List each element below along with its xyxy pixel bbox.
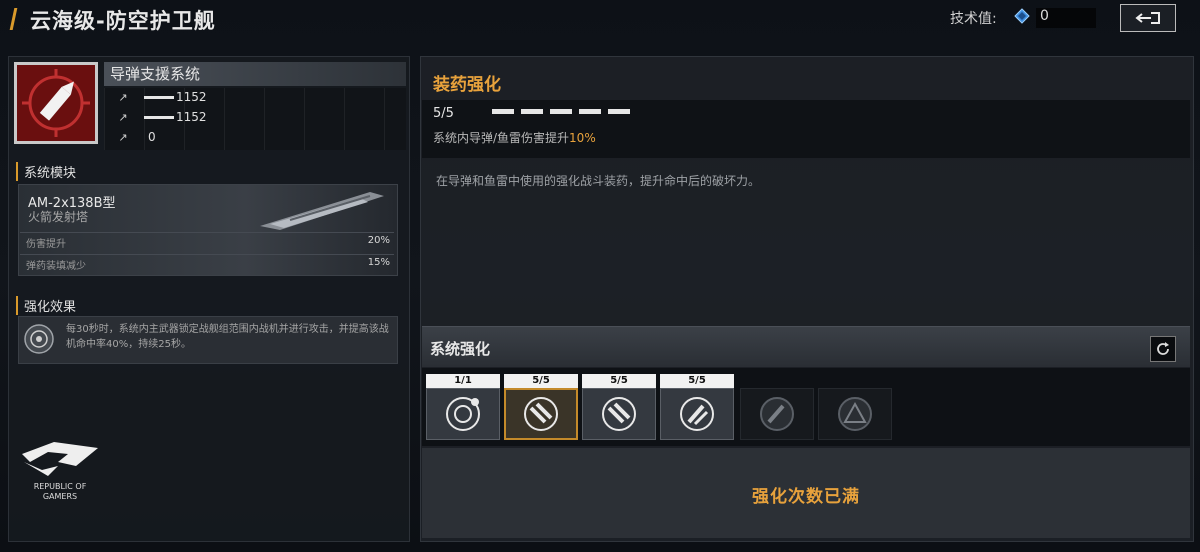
upgrade-node[interactable]: 5/5	[660, 374, 734, 440]
node-level-tag: 5/5	[660, 374, 734, 388]
module-stat-label: 弹药装填减少	[26, 261, 86, 272]
upgrade-level: 5/5	[433, 106, 454, 121]
system-upgrade-header	[422, 326, 1190, 367]
stat-row-3: ↗ 0	[116, 130, 156, 144]
upgrade-bonus: 系统内导弹/鱼雷伤害提升10%	[433, 129, 596, 146]
node-level-tag: 1/1	[426, 374, 500, 388]
node-level-tag: 5/5	[582, 374, 656, 388]
tech-gem-icon	[1014, 8, 1030, 24]
level-segment	[492, 109, 514, 114]
tech-value-label: 技术值:	[950, 11, 997, 27]
module-stat-value: 15%	[367, 257, 390, 268]
missiles-icon	[602, 397, 636, 431]
node-level-tag: 5/5	[504, 374, 578, 388]
level-segment	[550, 109, 572, 114]
level-segment	[608, 109, 630, 114]
missiles-icon	[524, 397, 558, 431]
module-stat-label: 伤害提升	[26, 239, 66, 250]
shield-triangle-icon	[838, 397, 872, 431]
rocket-burst-icon	[680, 397, 714, 431]
effect-section-title: 强化效果	[16, 296, 76, 315]
system-upgrade-title: 系统强化	[430, 340, 491, 358]
module-section-title: 系统模块	[16, 162, 76, 181]
upgrade-node[interactable]: 1/1	[426, 374, 500, 440]
module-subtitle: 火箭发射塔	[28, 210, 89, 224]
refresh-button[interactable]	[1150, 336, 1176, 362]
stat-bar	[144, 95, 174, 99]
damage-icon: ↗	[118, 130, 128, 144]
refresh-icon	[1157, 342, 1169, 355]
effect-description: 每30秒时，系统内主武器锁定战舰组范围内战机并进行攻击，并提高该战机命中率40%…	[66, 324, 389, 350]
rocket-launcher-image	[260, 192, 384, 230]
stat-value: 1152	[176, 110, 207, 124]
rocket-burst-icon	[760, 397, 794, 431]
title-accent-mark	[9, 8, 32, 30]
module-stat-value: 20%	[367, 235, 390, 246]
stat-value: 1152	[176, 90, 207, 104]
stat-bar	[144, 115, 174, 119]
upgrade-bonus-text: 系统内导弹/鱼雷伤害提升	[433, 131, 570, 145]
orbit-icon	[446, 397, 480, 431]
upgrade-max-message: 强化次数已满	[752, 487, 860, 507]
orbit-icon	[24, 324, 54, 354]
level-segment	[521, 109, 543, 114]
upgrade-node[interactable]: 5/5	[504, 374, 578, 440]
upgrade-node[interactable]: 5/5	[582, 374, 656, 440]
tech-value: 0	[1036, 8, 1096, 28]
level-segment	[579, 109, 601, 114]
upgrade-description: 在导弹和鱼雷中使用的强化战斗装药，提升命中后的破坏力。	[436, 174, 761, 188]
rog-logo-text: REPUBLIC OF GAMERS	[33, 482, 87, 501]
page-title: 云海级-防空护卫舰	[30, 9, 216, 33]
module-stat-row: 伤害提升 20%	[20, 232, 394, 251]
weapon-name: 导弹支援系统	[110, 65, 201, 83]
back-button[interactable]	[1120, 4, 1176, 32]
damage-icon: ↗	[118, 110, 128, 124]
missile-icon	[22, 69, 90, 137]
stat-row-2: ↗ 1152	[116, 110, 207, 124]
upgrade-node-locked[interactable]	[740, 374, 814, 440]
weapon-icon-tile[interactable]	[14, 62, 98, 144]
module-stat-row: 弹药装填减少 15%	[20, 254, 394, 273]
return-arrow-icon	[1135, 12, 1160, 24]
upgrade-node-locked[interactable]	[818, 374, 892, 440]
damage-icon: ↗	[118, 90, 128, 104]
stat-row-1: ↗ 1152	[116, 90, 207, 104]
upgrade-title: 装药强化	[433, 75, 501, 95]
upgrade-bonus-value: 10%	[569, 131, 596, 145]
stat-value: 0	[148, 130, 156, 144]
